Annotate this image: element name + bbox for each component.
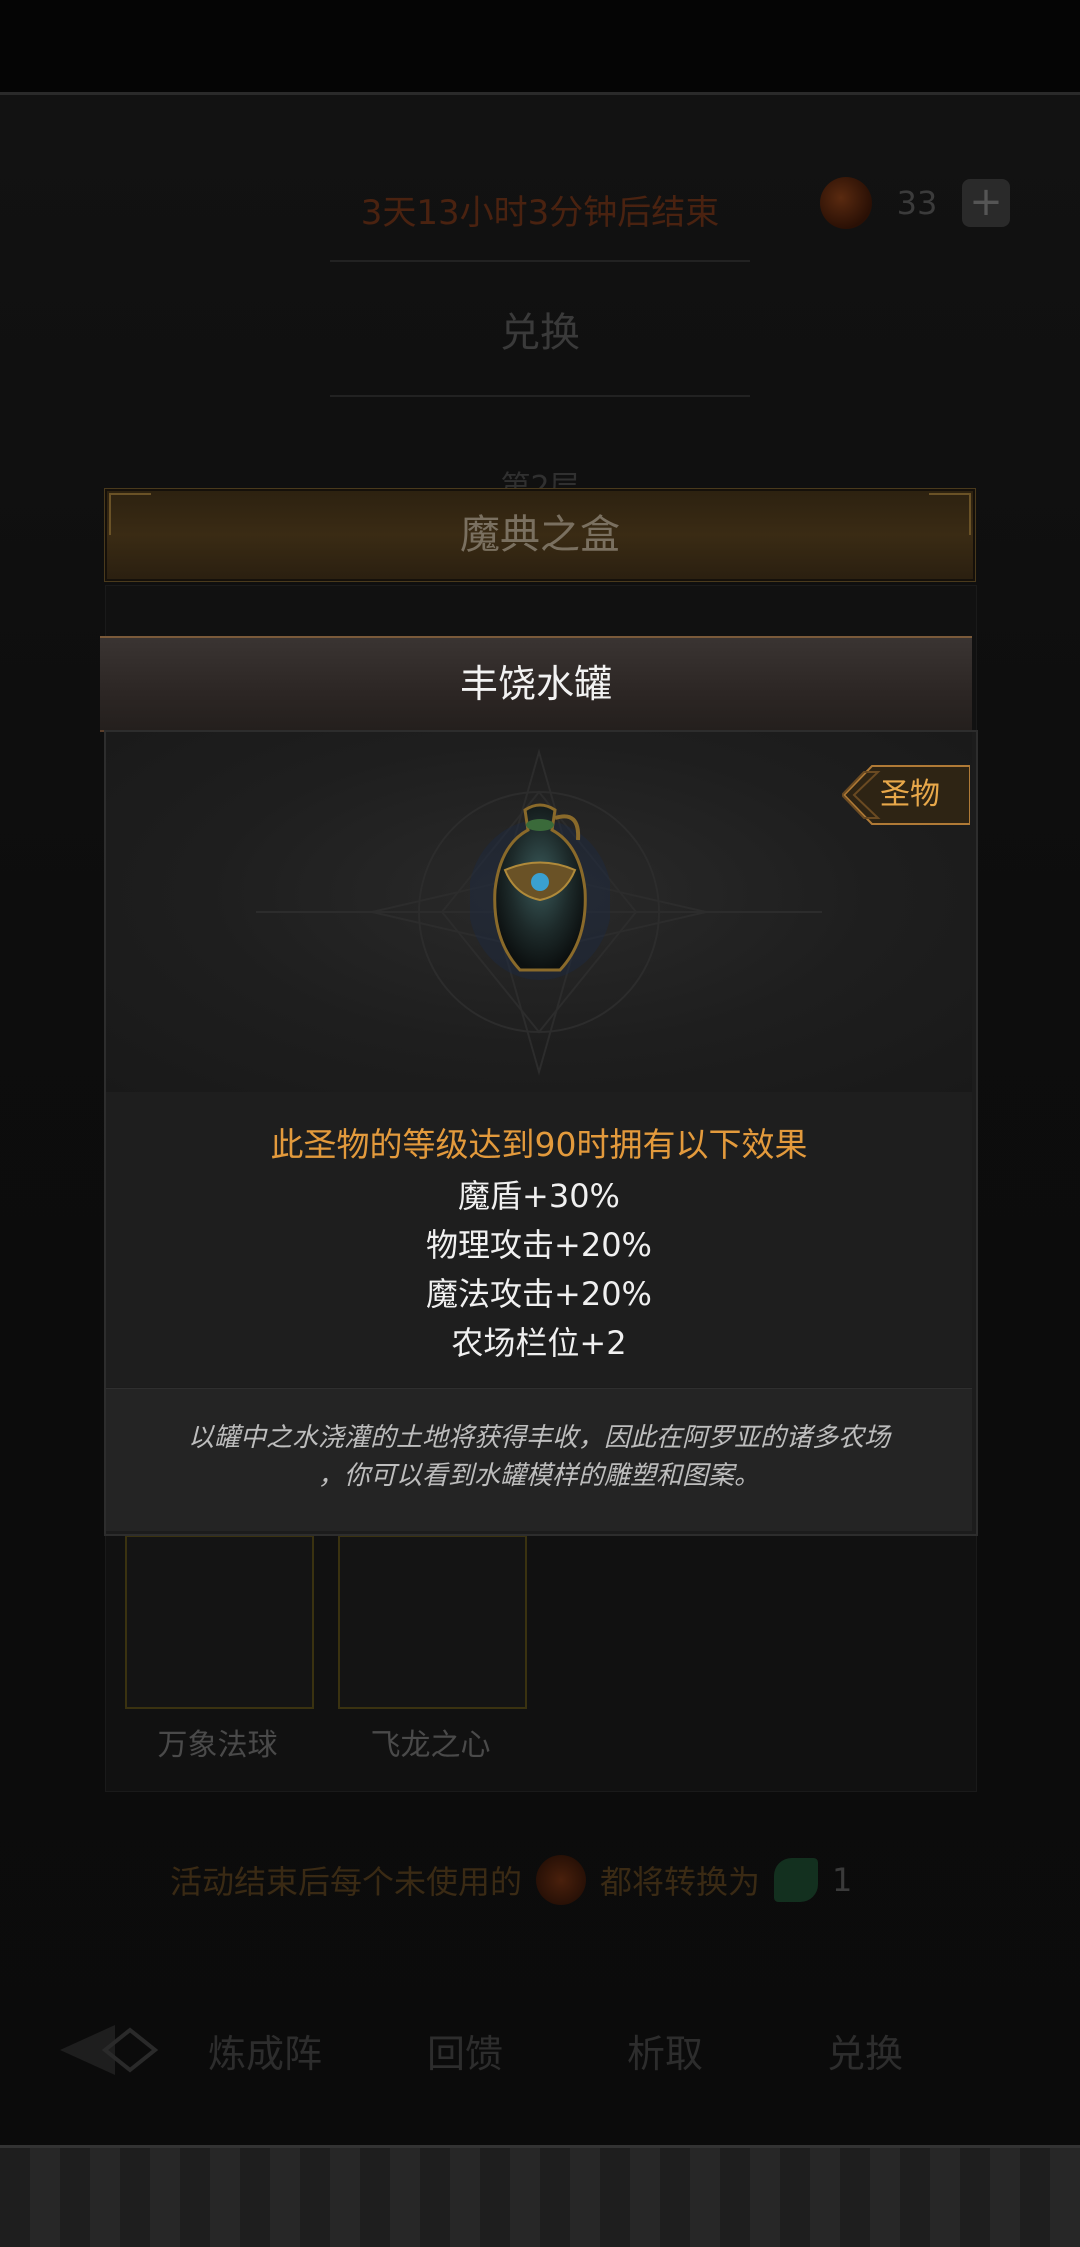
nav-tab-forge[interactable]: 炼成阵 — [165, 2023, 365, 2078]
event-timer: 3天13小时3分钟后结束 — [360, 193, 720, 233]
section-title: 兑换 — [500, 310, 580, 356]
box-popup-header: 魔典之盒 — [104, 488, 976, 582]
decor-divider — [330, 260, 750, 262]
nav-tab-exchange[interactable]: 兑换 — [765, 2023, 965, 2078]
nav-tab-extract[interactable]: 析取 — [565, 2023, 765, 2078]
nav-tab-feedback[interactable]: 回馈 — [365, 2023, 565, 2078]
notice-count: 1 — [832, 1861, 853, 1899]
item-popup-header: 丰饶水罐 — [100, 636, 972, 732]
currency-display: 33 + — [820, 175, 1010, 231]
reward-card[interactable] — [125, 1535, 314, 1709]
tag-label: 圣物 — [880, 777, 940, 812]
bottom-nav: 炼成阵 回馈 析取 兑换 — [0, 1990, 1080, 2110]
orb-icon — [536, 1855, 587, 1905]
gem-currency-icon — [820, 177, 872, 229]
leaf-gem-icon — [774, 1858, 819, 1902]
add-currency-button[interactable]: + — [962, 179, 1010, 227]
effect-line: 农场栏位+2 — [451, 1324, 627, 1362]
item-title: 丰饶水罐 — [459, 662, 612, 706]
effect-line: 魔盾+30% — [458, 1177, 620, 1215]
back-arrow-icon[interactable] — [55, 2015, 165, 2085]
effect-header: 此圣物的等级达到90时拥有以下效果 — [270, 1125, 808, 1164]
currency-count: 33 — [896, 184, 938, 222]
decor-divider — [330, 395, 750, 397]
reward-card-label: 万象法球 — [157, 1728, 278, 1763]
conversion-notice: 活动结束后每个未使用的 都将转换为 1 — [170, 1855, 950, 1905]
reward-card-label: 飞龙之心 — [370, 1728, 491, 1763]
notice-text: 活动结束后每个未使用的 — [170, 1863, 523, 1901]
effect-line: 魔法攻击+20% — [426, 1275, 652, 1313]
box-popup-title: 魔典之盒 — [460, 512, 620, 558]
status-bar — [0, 0, 1080, 95]
lore-line: 以罐中之水浇灌的土地将获得丰收，因此在阿罗亚的诸多农场 — [187, 1423, 890, 1453]
notice-text: 都将转换为 — [600, 1863, 761, 1901]
relic-tag: 圣物 — [842, 764, 970, 826]
effect-line: 物理攻击+20% — [426, 1226, 652, 1264]
decorative-frame-bottom — [0, 2145, 1080, 2247]
reward-card[interactable] — [338, 1535, 527, 1709]
lore-section: 以罐中之水浇灌的土地将获得丰收，因此在阿罗亚的诸多农场 ，你可以看到水罐模样的雕… — [106, 1388, 972, 1531]
lore-text: 以罐中之水浇灌的土地将获得丰收，因此在阿罗亚的诸多农场 ，你可以看到水罐模样的雕… — [146, 1419, 932, 1495]
water-jar-icon — [470, 803, 610, 980]
lore-line: ，你可以看到水罐模样的雕塑和图案。 — [317, 1461, 760, 1491]
